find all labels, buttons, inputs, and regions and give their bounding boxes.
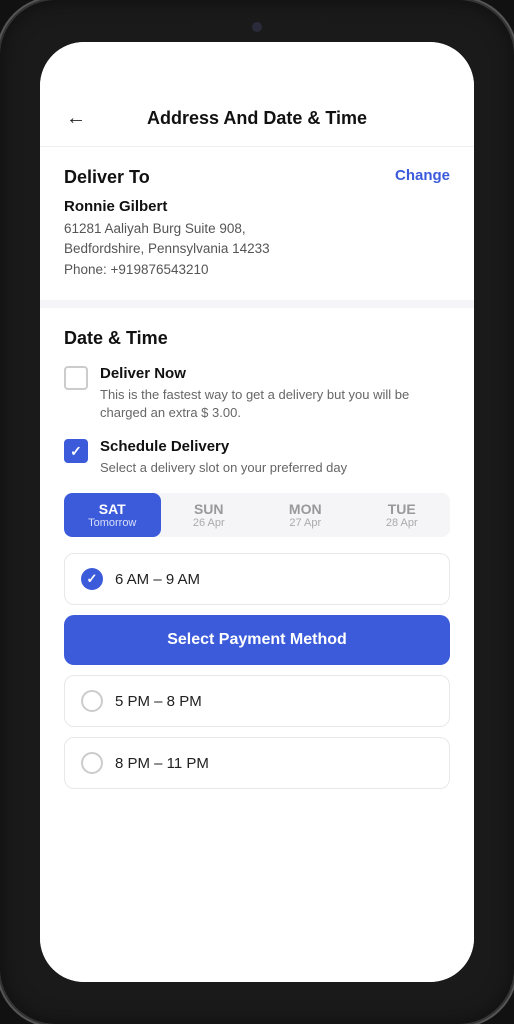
schedule-delivery-row[interactable]: ✓ Schedule Delivery Select a delivery sl… xyxy=(64,438,450,477)
address-line1: 61281 Aaliyah Burg Suite 908, xyxy=(64,219,450,239)
back-arrow-icon: ← xyxy=(66,107,86,130)
content-area: ← Address And Date & Time Deliver To Cha… xyxy=(40,86,474,982)
deliver-now-content: Deliver Now This is the fastest way to g… xyxy=(100,365,450,422)
day-sun-name: SUN xyxy=(165,501,254,517)
day-tab-mon[interactable]: MON 27 Apr xyxy=(257,493,354,537)
time-slot-3-label: 8 PM – 11 PM xyxy=(115,755,209,772)
time-slot-1-check: ✓ xyxy=(81,568,103,590)
day-tue-sub: 28 Apr xyxy=(358,517,447,529)
recipient-name: Ronnie Gilbert xyxy=(64,198,450,215)
page-title: Address And Date & Time xyxy=(92,108,422,129)
day-tab-sun[interactable]: SUN 26 Apr xyxy=(161,493,258,537)
deliver-to-header: Deliver To Change xyxy=(64,167,450,188)
day-mon-sub: 27 Apr xyxy=(261,517,350,529)
address-line2: Bedfordshire, Pennsylvania 14233 xyxy=(64,239,450,259)
deliver-now-row[interactable]: Deliver Now This is the fastest way to g… xyxy=(64,365,450,422)
status-bar xyxy=(40,42,474,86)
time-slot-2[interactable]: 5 PM – 8 PM xyxy=(64,675,450,727)
day-mon-name: MON xyxy=(261,501,350,517)
schedule-delivery-desc: Select a delivery slot on your preferred… xyxy=(100,459,347,477)
screen: ← Address And Date & Time Deliver To Cha… xyxy=(40,42,474,982)
time-slot-1[interactable]: ✓ 6 AM – 9 AM xyxy=(64,553,450,605)
day-tabs: SAT Tomorrow SUN 26 Apr MON 27 Apr TUE 2… xyxy=(64,493,450,537)
phone-frame: ← Address And Date & Time Deliver To Cha… xyxy=(0,0,514,1024)
day-tue-name: TUE xyxy=(358,501,447,517)
date-time-title: Date & Time xyxy=(64,328,450,349)
date-time-section: Date & Time Deliver Now This is the fast… xyxy=(40,308,474,820)
deliver-now-desc: This is the fastest way to get a deliver… xyxy=(100,386,450,422)
select-payment-label: Select Payment Method xyxy=(167,631,347,648)
back-button[interactable]: ← xyxy=(60,102,92,134)
time-slot-2-label: 5 PM – 8 PM xyxy=(115,693,202,710)
day-sat-sub: Tomorrow xyxy=(68,517,157,529)
day-sun-sub: 26 Apr xyxy=(165,517,254,529)
deliver-now-title: Deliver Now xyxy=(100,365,450,382)
front-camera xyxy=(252,22,262,32)
deliver-to-section: Deliver To Change Ronnie Gilbert 61281 A… xyxy=(40,147,474,300)
select-payment-button[interactable]: Select Payment Method xyxy=(64,615,450,665)
deliver-to-title: Deliver To xyxy=(64,167,150,188)
schedule-delivery-checkbox[interactable]: ✓ xyxy=(64,439,88,463)
day-tab-tue[interactable]: TUE 28 Apr xyxy=(354,493,451,537)
day-tab-sat[interactable]: SAT Tomorrow xyxy=(64,493,161,537)
time-slot-3-radio xyxy=(81,752,103,774)
day-sat-name: SAT xyxy=(68,501,157,517)
schedule-delivery-title: Schedule Delivery xyxy=(100,438,347,455)
time-slot-1-label: 6 AM – 9 AM xyxy=(115,571,200,588)
schedule-delivery-content: Schedule Delivery Select a delivery slot… xyxy=(100,438,347,477)
deliver-now-checkbox[interactable] xyxy=(64,366,88,390)
time-slot-2-radio xyxy=(81,690,103,712)
section-divider xyxy=(40,300,474,308)
check-filled-icon: ✓ xyxy=(87,571,98,587)
header: ← Address And Date & Time xyxy=(40,86,474,147)
checkmark-icon: ✓ xyxy=(70,444,82,458)
change-button[interactable]: Change xyxy=(395,167,450,184)
time-slot-3[interactable]: 8 PM – 11 PM xyxy=(64,737,450,789)
address-phone: Phone: +919876543210 xyxy=(64,260,450,280)
